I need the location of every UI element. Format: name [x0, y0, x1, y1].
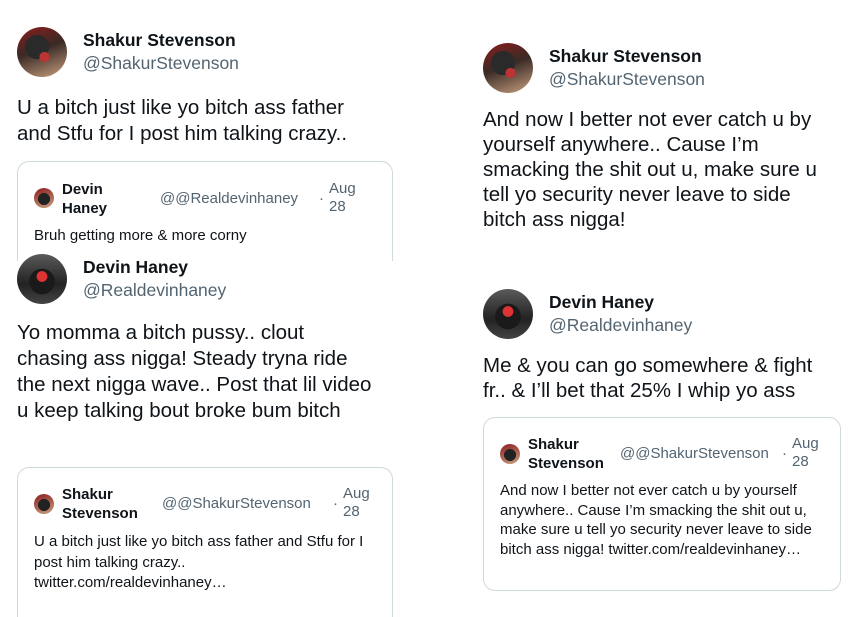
quoted-tweet[interactable]: Shakur Stevenson @@ShakurStevenson · Aug… — [483, 417, 841, 591]
author-name[interactable]: Shakur Stevenson — [83, 30, 236, 51]
avatar[interactable] — [17, 27, 67, 77]
tweet-text: U a bitch just like yo bitch ass father … — [17, 96, 348, 145]
author-name[interactable]: Devin Haney — [549, 292, 654, 313]
quoted-avatar — [34, 494, 54, 514]
tweet-shakur-2: Shakur Stevenson @ShakurStevenson And no… — [483, 43, 833, 243]
tweet-text: Me & you can go somewhere & fight fr.. &… — [483, 354, 813, 402]
quoted-text: U a bitch just like yo bitch ass father … — [34, 533, 364, 591]
quoted-tweet[interactable]: Shakur Stevenson @@ShakurStevenson · Aug… — [17, 467, 393, 617]
quoted-date[interactable]: Aug 28 — [329, 180, 363, 216]
separator-dot: · — [333, 495, 338, 512]
quoted-author-name: Devin Haney — [62, 181, 108, 217]
author-name[interactable]: Devin Haney — [83, 257, 188, 278]
quoted-author-handle: @@ShakurStevenson — [162, 495, 311, 512]
author-handle[interactable]: @Realdevinhaney — [549, 315, 692, 336]
tweet-devin-1: Devin Haney @Realdevinhaney Yo momma a b… — [17, 254, 397, 617]
author-handle[interactable]: @ShakurStevenson — [549, 69, 705, 90]
author-handle[interactable]: @ShakurStevenson — [83, 53, 239, 74]
author-name[interactable]: Shakur Stevenson — [549, 46, 702, 67]
tweet-text: And now I better not ever catch u by you… — [483, 108, 817, 231]
tweet-text: Yo momma a bitch pussy.. clout chasing a… — [17, 321, 372, 422]
quoted-author-name: Shakur Stevenson — [528, 436, 604, 472]
quoted-author-handle: @@Realdevinhaney — [160, 190, 299, 207]
quoted-author-handle: @@ShakurStevenson — [620, 445, 769, 462]
quoted-author-name: Shakur Stevenson — [62, 486, 138, 522]
separator-dot: · — [782, 445, 787, 462]
quoted-date[interactable]: Aug 28 — [343, 485, 377, 521]
quoted-avatar — [34, 188, 54, 208]
tweet-devin-2: Devin Haney @Realdevinhaney Me & you can… — [483, 289, 843, 607]
separator-dot: · — [319, 190, 324, 207]
quoted-text: Bruh getting more & more corny — [34, 227, 247, 244]
avatar[interactable] — [17, 254, 67, 304]
author-handle[interactable]: @Realdevinhaney — [83, 280, 226, 301]
tweet-shakur-1: Shakur Stevenson @ShakurStevenson U a bi… — [17, 27, 397, 261]
quoted-tweet[interactable]: Devin Haney @@Realdevinhaney · Aug 28 Br… — [17, 161, 393, 261]
avatar[interactable] — [483, 289, 533, 339]
quoted-text: And now I better not ever catch u by you… — [500, 482, 812, 558]
quoted-avatar — [500, 444, 520, 464]
avatar[interactable] — [483, 43, 533, 93]
quoted-date[interactable]: Aug 28 — [792, 435, 826, 471]
